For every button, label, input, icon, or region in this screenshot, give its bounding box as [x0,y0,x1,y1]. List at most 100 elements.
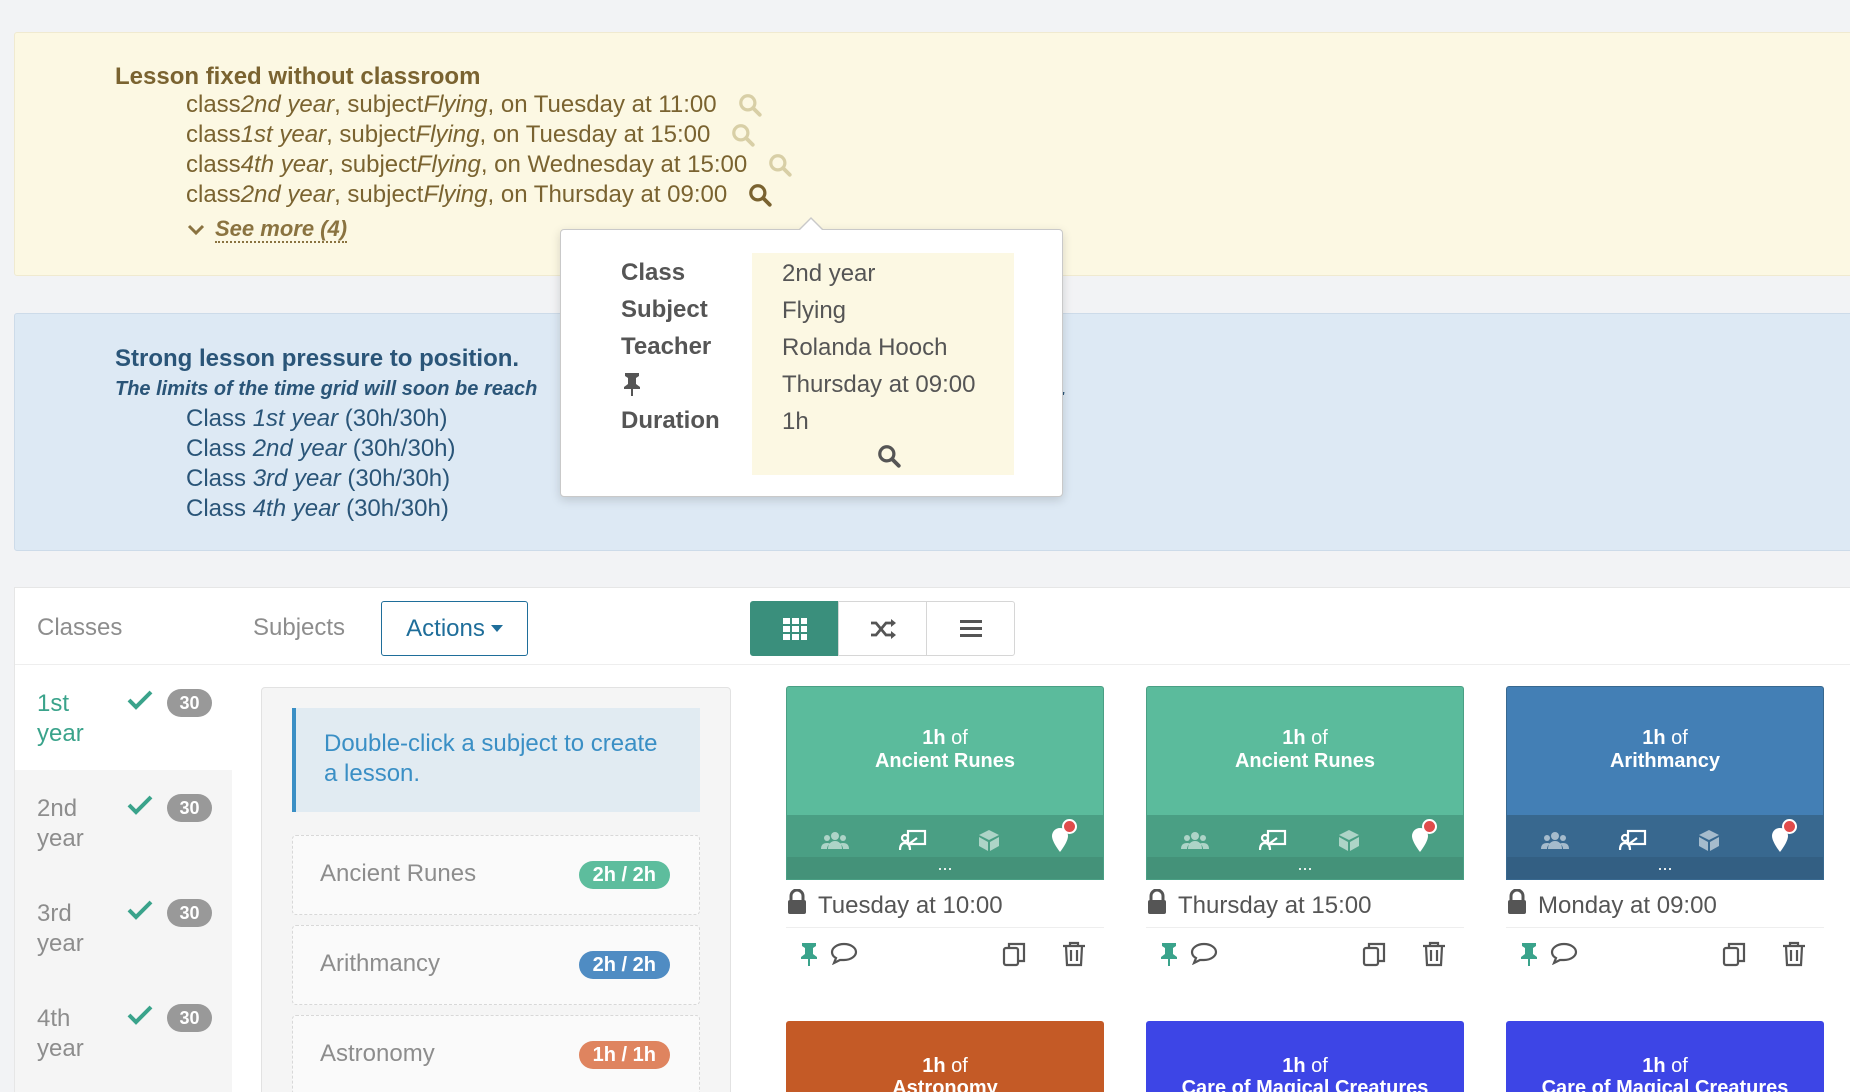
lesson-of: of [1305,1055,1328,1077]
lock-icon[interactable] [1146,888,1168,922]
pin-icon[interactable] [798,941,820,972]
check-icon [127,899,153,926]
warning-line: class 2nd year, subject Flying, on Tuesd… [186,91,763,119]
panel-header: Classes Subjects Actions [15,588,1850,665]
chevron-down-icon [187,224,205,236]
subject-item-ancient-runes[interactable]: Ancient Runes 2h / 2h [292,835,700,915]
pin-icon[interactable] [1518,941,1540,972]
copy-icon[interactable] [1362,941,1386,972]
more-dots[interactable]: ... [1507,855,1823,879]
search-icon-active[interactable] [747,182,773,208]
shuffle-view-button[interactable] [838,601,927,656]
comment-icon[interactable] [1190,941,1218,970]
subject-item-arithmancy[interactable]: Arithmancy 2h / 2h [292,925,700,1005]
popover-class-value: 2nd year [782,259,876,287]
warning-title: Lesson fixed without classroom [115,63,481,90]
subjects-list: Double-click a subject to create a lesso… [261,687,731,1092]
comment-icon[interactable] [830,941,858,970]
search-icon[interactable] [767,152,793,178]
lesson-card-icons: ... [786,815,1104,880]
hours-badge: 2h / 2h [578,951,670,979]
equipment-icon[interactable] [977,828,1001,857]
info-line: Class 1st year (30h/30h) [186,405,448,432]
lesson-card[interactable]: 1h of Care of Magical Creatures [1146,1021,1464,1092]
info-line: Class 2nd year (30h/30h) [186,435,456,462]
teacher-icon[interactable] [1259,829,1287,856]
search-icon[interactable] [737,92,763,118]
class-item-4th-year[interactable]: 4th year 30 [15,980,232,1085]
lesson-duration: 1h [1642,1055,1666,1077]
view-switcher [750,601,1015,656]
subject-item-astronomy[interactable]: Astronomy 1h / 1h [292,1015,700,1092]
pin-icon[interactable] [1158,941,1180,972]
copy-icon[interactable] [1722,941,1746,972]
lesson-subject: Arithmancy [1609,750,1721,772]
warning-dot [1062,819,1078,834]
lesson-time: Thursday at 15:00 [1146,884,1464,928]
count-badge: 30 [167,1004,212,1032]
lock-icon[interactable] [1506,888,1528,922]
see-more-link[interactable]: See more (4) [187,217,348,243]
lock-icon[interactable] [786,888,808,922]
copy-icon[interactable] [1002,941,1026,972]
count-badge: 30 [167,794,212,822]
more-dots[interactable]: ... [787,855,1103,879]
lesson-subject: Astronomy [892,1077,998,1092]
check-icon [127,689,153,716]
lesson-card-header[interactable]: 1h of Ancient Runes [786,686,1104,815]
class-item-2nd-year[interactable]: 2nd year 30 [15,770,232,875]
popover-values: 2nd year Flying Rolanda Hooch Thursday a… [752,253,1014,475]
lesson-card[interactable]: 1h of Care of Magical Creatures [1506,1021,1824,1092]
search-icon[interactable] [876,443,902,474]
students-icon[interactable] [820,830,850,855]
lesson-card-icons: ... [1506,815,1824,880]
lesson-card[interactable]: 1h of Arithmancy... Monday at 09:00 [1506,686,1824,978]
hours-badge: 2h / 2h [578,861,670,889]
more-dots[interactable]: ... [1147,855,1463,879]
lesson-card[interactable]: 1h of Ancient Runes... Thursday at 15:00 [1146,686,1464,978]
trash-icon[interactable] [1062,941,1086,972]
class-item-1st-year[interactable]: 1st year 30 [15,665,232,770]
location-icon[interactable] [1410,819,1438,858]
teacher-icon[interactable] [1619,829,1647,856]
grid-view-button[interactable] [750,601,839,656]
search-icon[interactable] [730,122,756,148]
tab-subjects[interactable]: Subjects [253,614,345,642]
trash-icon[interactable] [1782,941,1806,972]
lesson-subject: Ancient Runes [1234,750,1376,772]
shuffle-icon [870,618,896,639]
lesson-card-header[interactable]: 1h of Arithmancy [1506,686,1824,815]
popover-subject-value: Flying [782,296,847,324]
lesson-card-header[interactable]: 1h of Ancient Runes [1146,686,1464,815]
equipment-icon[interactable] [1337,828,1361,857]
lesson-time-label: Tuesday at 10:00 [818,891,1003,919]
lesson-duration: 1h [922,1055,946,1077]
lesson-time-label: Monday at 09:00 [1538,891,1717,919]
count-badge: 30 [167,899,212,927]
teacher-icon[interactable] [899,829,927,856]
actions-dropdown-button[interactable]: Actions [381,601,528,656]
equipment-icon[interactable] [1697,828,1721,857]
trash-icon[interactable] [1422,941,1446,972]
lesson-subject: Care of Magical Creatures [1181,1077,1429,1092]
comment-icon[interactable] [1550,941,1578,970]
lesson-of: of [1305,727,1328,749]
classes-list: 1st year 30 2nd year 30 3rd year 30 4th … [15,665,232,1092]
info-line: Class 4th year (30h/30h) [186,495,449,522]
lesson-card[interactable]: 1h of Ancient Runes... Tuesday at 10:00 [786,686,1104,978]
lesson-tools [1506,928,1824,978]
popover-key-class: Class [621,258,686,286]
location-icon[interactable] [1050,819,1078,858]
class-item-3rd-year[interactable]: 3rd year 30 [15,875,232,980]
grid-icon [782,617,807,640]
students-icon[interactable] [1540,830,1570,855]
lesson-card[interactable]: 1h of Astronomy [786,1021,1104,1092]
list-view-button[interactable] [926,601,1015,656]
students-icon[interactable] [1180,830,1210,855]
count-badge: 30 [167,689,212,717]
tab-classes[interactable]: Classes [37,614,122,642]
check-icon [127,1004,153,1031]
location-icon[interactable] [1770,819,1798,858]
info-line: Class 3rd year (30h/30h) [186,465,451,492]
warning-dot [1782,819,1798,834]
